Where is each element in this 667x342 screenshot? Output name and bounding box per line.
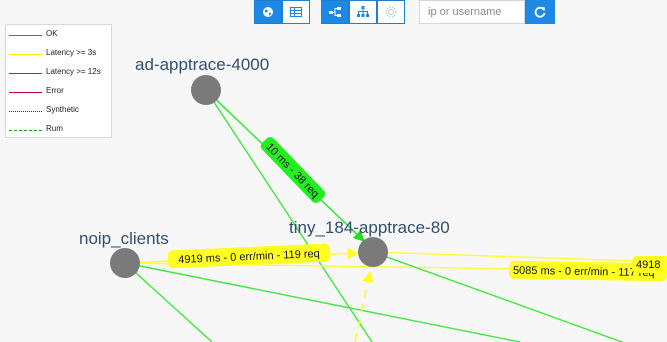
legend-label-rum: Rum [46, 124, 63, 133]
legend-label-error: Error [46, 86, 64, 95]
legend: OK Latency >= 3s Latency >= 12s Error Sy… [5, 24, 112, 138]
legend-swatch-error [9, 92, 42, 93]
legend-swatch-latency-3s [9, 54, 42, 55]
vertical-tree-button[interactable] [349, 0, 377, 24]
node-ad-apptrace-4000[interactable] [191, 75, 221, 105]
legend-item-ok: OK [6, 27, 111, 41]
legend-item-rum: Rum [6, 122, 111, 136]
node-noip-clients[interactable] [110, 248, 140, 278]
node-label-tiny: tiny_184-apptrace-80 [289, 218, 450, 237]
legend-item-latency-12s: Latency >= 12s [6, 65, 111, 79]
globe-icon [263, 7, 273, 17]
edge-label-offscreen: 4918 [636, 259, 660, 271]
edge-badge-noip-to-tiny: 4919 ms - 0 err/min - 119 req [167, 243, 331, 269]
horizontal-tree-button[interactable] [321, 0, 349, 24]
tree-vertical-icon [357, 6, 369, 17]
legend-label-latency-3s: Latency >= 3s [46, 48, 97, 57]
legend-label-ok: OK [46, 29, 58, 38]
node-label-ad: ad-apptrace-4000 [135, 55, 270, 74]
node-tiny-apptrace-80[interactable] [358, 237, 388, 267]
circle-layout-button[interactable] [377, 0, 405, 24]
search-input[interactable] [419, 0, 525, 24]
circle-layout-icon [385, 6, 397, 18]
edge-rum-to-tiny[interactable] [354, 270, 374, 342]
refresh-button[interactable] [525, 0, 555, 24]
view-toggle-group [254, 0, 310, 24]
edge-noip-down-1[interactable] [124, 262, 213, 342]
edge-tiny-to-right[interactable] [372, 251, 667, 263]
legend-label-synthetic: Synthetic [46, 105, 79, 114]
table-view-button[interactable] [282, 0, 310, 24]
legend-label-latency-12s: Latency >= 12s [46, 67, 101, 76]
legend-swatch-synthetic [9, 111, 42, 112]
legend-item-latency-3s: Latency >= 3s [6, 46, 111, 60]
legend-swatch-ok [9, 35, 42, 36]
legend-swatch-latency-12s [9, 73, 42, 74]
edge-badge-offscreen: 4918 [632, 256, 667, 273]
layout-toggle-group [321, 0, 405, 24]
legend-swatch-rum [9, 130, 42, 131]
refresh-icon [534, 6, 546, 18]
legend-item-synthetic: Synthetic [6, 103, 111, 117]
legend-item-error: Error [6, 84, 111, 98]
globe-view-button[interactable] [254, 0, 282, 24]
edge-noip-down-2[interactable] [124, 262, 521, 342]
table-icon [290, 7, 302, 17]
edge-badge-ad-to-tiny: 10 ms - 38 req [260, 137, 326, 203]
tree-horizontal-icon [329, 7, 341, 17]
node-label-noip: noip_clients [79, 229, 169, 248]
edge-ad-to-offscreen[interactable] [205, 89, 373, 342]
